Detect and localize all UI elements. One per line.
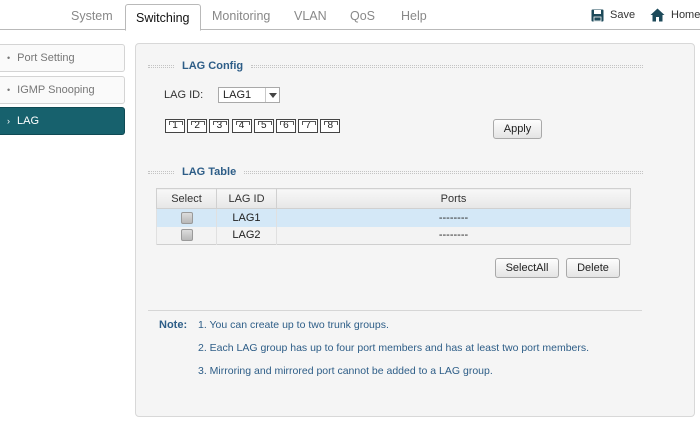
tab-qos[interactable]: QoS xyxy=(350,9,375,23)
table-row[interactable]: LAG2 -------- xyxy=(156,226,631,245)
lag-config-header: LAG Config xyxy=(148,60,643,72)
home-button[interactable]: Home xyxy=(650,7,700,23)
port-4[interactable]: 4 xyxy=(231,119,252,133)
row-checkbox[interactable] xyxy=(180,211,193,224)
home-label: Home xyxy=(671,9,700,21)
column-header-lag-id: LAG ID xyxy=(216,188,277,209)
main-panel: LAG Config LAG ID: LAG1 1 2 3 4 5 6 7 8 … xyxy=(135,43,695,417)
top-nav-bar: System Switching Monitoring VLAN QoS Hel… xyxy=(0,0,700,31)
tab-vlan[interactable]: VLAN xyxy=(294,9,327,23)
port-3[interactable]: 3 xyxy=(209,119,230,133)
lag-table-header: LAG Table xyxy=(148,166,643,178)
ports-cell: -------- xyxy=(276,208,631,227)
select-cell xyxy=(156,226,217,245)
lag-id-selected-value: LAG1 xyxy=(223,89,252,101)
lag-id-cell: LAG1 xyxy=(216,208,277,227)
port-8[interactable]: 8 xyxy=(320,119,341,133)
port-5[interactable]: 5 xyxy=(253,119,274,133)
tab-monitoring[interactable]: Monitoring xyxy=(212,9,270,23)
note-label: Note: xyxy=(159,319,188,331)
select-cell xyxy=(156,208,217,227)
sidebar-bullet: • xyxy=(7,85,11,95)
floppy-disk-icon xyxy=(591,9,604,21)
house-icon xyxy=(650,8,665,22)
tab-system[interactable]: System xyxy=(71,9,113,23)
tab-switching[interactable]: Switching xyxy=(125,4,201,31)
note-line-1: 1. You can create up to two trunk groups… xyxy=(198,319,389,331)
divider xyxy=(251,64,643,68)
lag-table-title: LAG Table xyxy=(182,166,237,178)
ports-cell: -------- xyxy=(276,226,631,245)
sidebar-item-label: IGMP Snooping xyxy=(17,84,95,96)
save-label: Save xyxy=(610,9,636,21)
divider xyxy=(244,170,643,174)
select-all-button[interactable]: SelectAll xyxy=(495,258,559,278)
port-selector: 1 2 3 4 5 6 7 8 xyxy=(165,119,343,133)
save-button[interactable]: Save xyxy=(591,7,635,23)
apply-button[interactable]: Apply xyxy=(493,119,542,139)
sidebar-item-label: Port Setting xyxy=(17,52,75,64)
sidebar-item-igmp-snooping[interactable]: • IGMP Snooping xyxy=(0,76,125,104)
note-line-3: 3. Mirroring and mirrored port cannot be… xyxy=(198,365,493,377)
port-2[interactable]: 2 xyxy=(187,119,208,133)
port-6[interactable]: 6 xyxy=(275,119,296,133)
port-1[interactable]: 1 xyxy=(165,119,185,133)
chevron-down-icon[interactable] xyxy=(265,88,279,102)
divider xyxy=(148,64,174,68)
lag-config-title: LAG Config xyxy=(182,60,244,72)
sidebar-bullet: • xyxy=(7,53,11,63)
divider xyxy=(148,170,174,174)
row-checkbox[interactable] xyxy=(180,229,193,242)
sidebar-item-label: LAG xyxy=(17,115,40,127)
port-7[interactable]: 7 xyxy=(298,119,319,133)
sidebar-bullet: › xyxy=(7,116,10,126)
lag-id-label: LAG ID: xyxy=(164,89,204,101)
tab-help[interactable]: Help xyxy=(401,9,427,23)
lag-id-cell: LAG2 xyxy=(216,226,277,245)
delete-button[interactable]: Delete xyxy=(566,258,620,278)
table-row[interactable]: LAG1 -------- xyxy=(156,208,631,227)
column-header-select: Select xyxy=(156,188,217,209)
lag-table: Select LAG ID Ports LAG1 -------- LAG2 -… xyxy=(156,188,631,245)
column-header-ports: Ports xyxy=(276,188,631,209)
sidebar-item-port-setting[interactable]: • Port Setting xyxy=(0,44,125,72)
table-header-row: Select LAG ID Ports xyxy=(156,188,631,209)
lag-id-select[interactable]: LAG1 xyxy=(218,87,280,103)
sidebar-item-lag[interactable]: › LAG xyxy=(0,107,125,135)
note-line-2: 2. Each LAG group has up to four port me… xyxy=(198,342,590,354)
note-divider xyxy=(148,310,642,311)
